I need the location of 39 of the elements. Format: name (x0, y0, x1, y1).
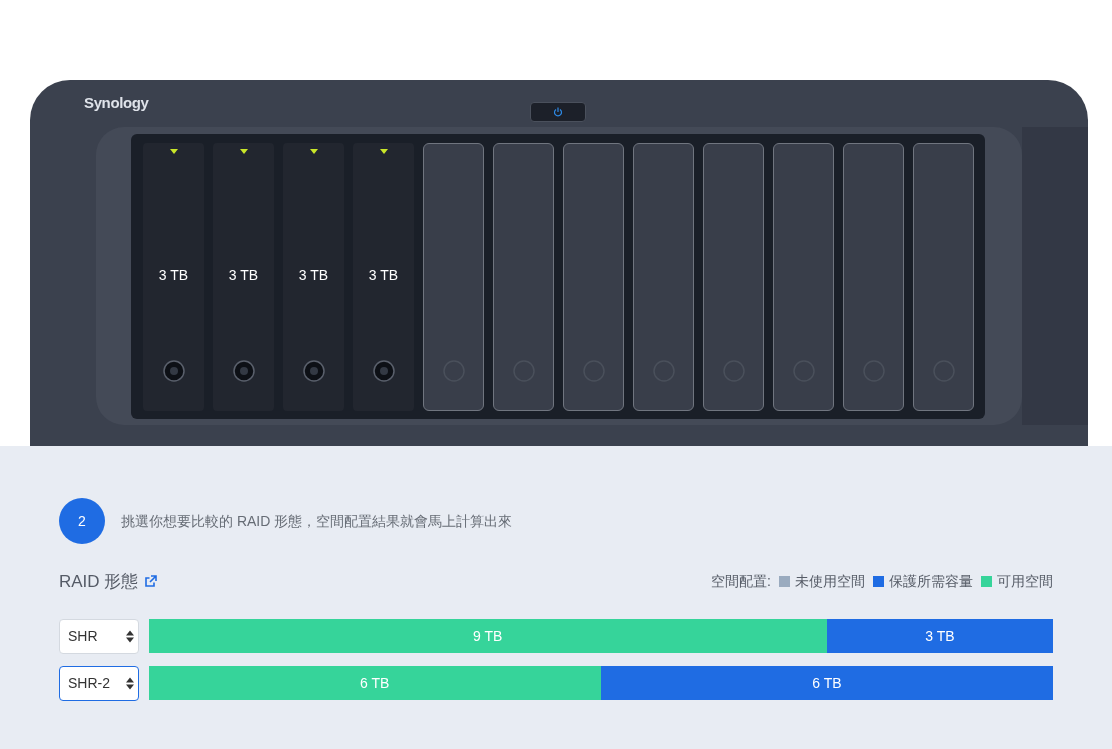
legend-item: 未使用空間 (795, 572, 865, 592)
empty-bay[interactable] (773, 142, 834, 411)
empty-bay[interactable] (703, 142, 764, 411)
power-button[interactable] (530, 102, 586, 122)
capacity-bar-segment: 9 TB (148, 619, 827, 653)
empty-bay[interactable] (423, 142, 484, 411)
drive-capacity: 3 TB (158, 265, 189, 285)
led-icon (239, 148, 248, 154)
led-icon (379, 148, 388, 154)
external-link-icon[interactable] (144, 575, 158, 589)
capacity-bar-segment: 6 TB (148, 666, 601, 700)
up-down-arrows-icon (125, 676, 134, 690)
raid-type-select[interactable]: SHR-2 (59, 665, 139, 701)
empty-bay[interactable] (563, 142, 624, 411)
power-icon (553, 107, 563, 117)
empty-bay[interactable] (843, 142, 904, 411)
capacity-bar-segment: 6 TB (600, 666, 1053, 700)
drive-bay[interactable]: 3 TB (143, 142, 204, 411)
raid-type-select[interactable]: SHR (59, 618, 139, 654)
instruction-text: 挑選你想要比較的 RAID 形態，空間配置結果就會馬上計算出來 (121, 511, 513, 531)
raid-type-title: RAID 形態 (59, 571, 139, 593)
drive-capacity: 3 TB (368, 265, 399, 285)
empty-bay[interactable] (493, 142, 554, 411)
drive-capacity: 3 TB (228, 265, 259, 285)
empty-bay[interactable] (913, 142, 974, 411)
empty-bay[interactable] (633, 142, 694, 411)
drive-bay[interactable]: 3 TB (283, 142, 344, 411)
up-down-arrows-icon (125, 629, 134, 643)
legend-item: 可用空間 (997, 572, 1053, 592)
drive-bay[interactable]: 3 TB (353, 142, 414, 411)
capacity-bar-segment: 3 TB (826, 619, 1053, 653)
led-icon (309, 148, 318, 154)
drive-bay[interactable]: 3 TB (213, 142, 274, 411)
step-number: 2 (59, 498, 105, 544)
legend-label: 空間配置: (711, 572, 771, 592)
led-icon (169, 148, 178, 154)
legend-item: 保護所需容量 (889, 572, 973, 592)
brand-logo: Synology (84, 93, 149, 114)
drive-capacity: 3 TB (298, 265, 329, 285)
